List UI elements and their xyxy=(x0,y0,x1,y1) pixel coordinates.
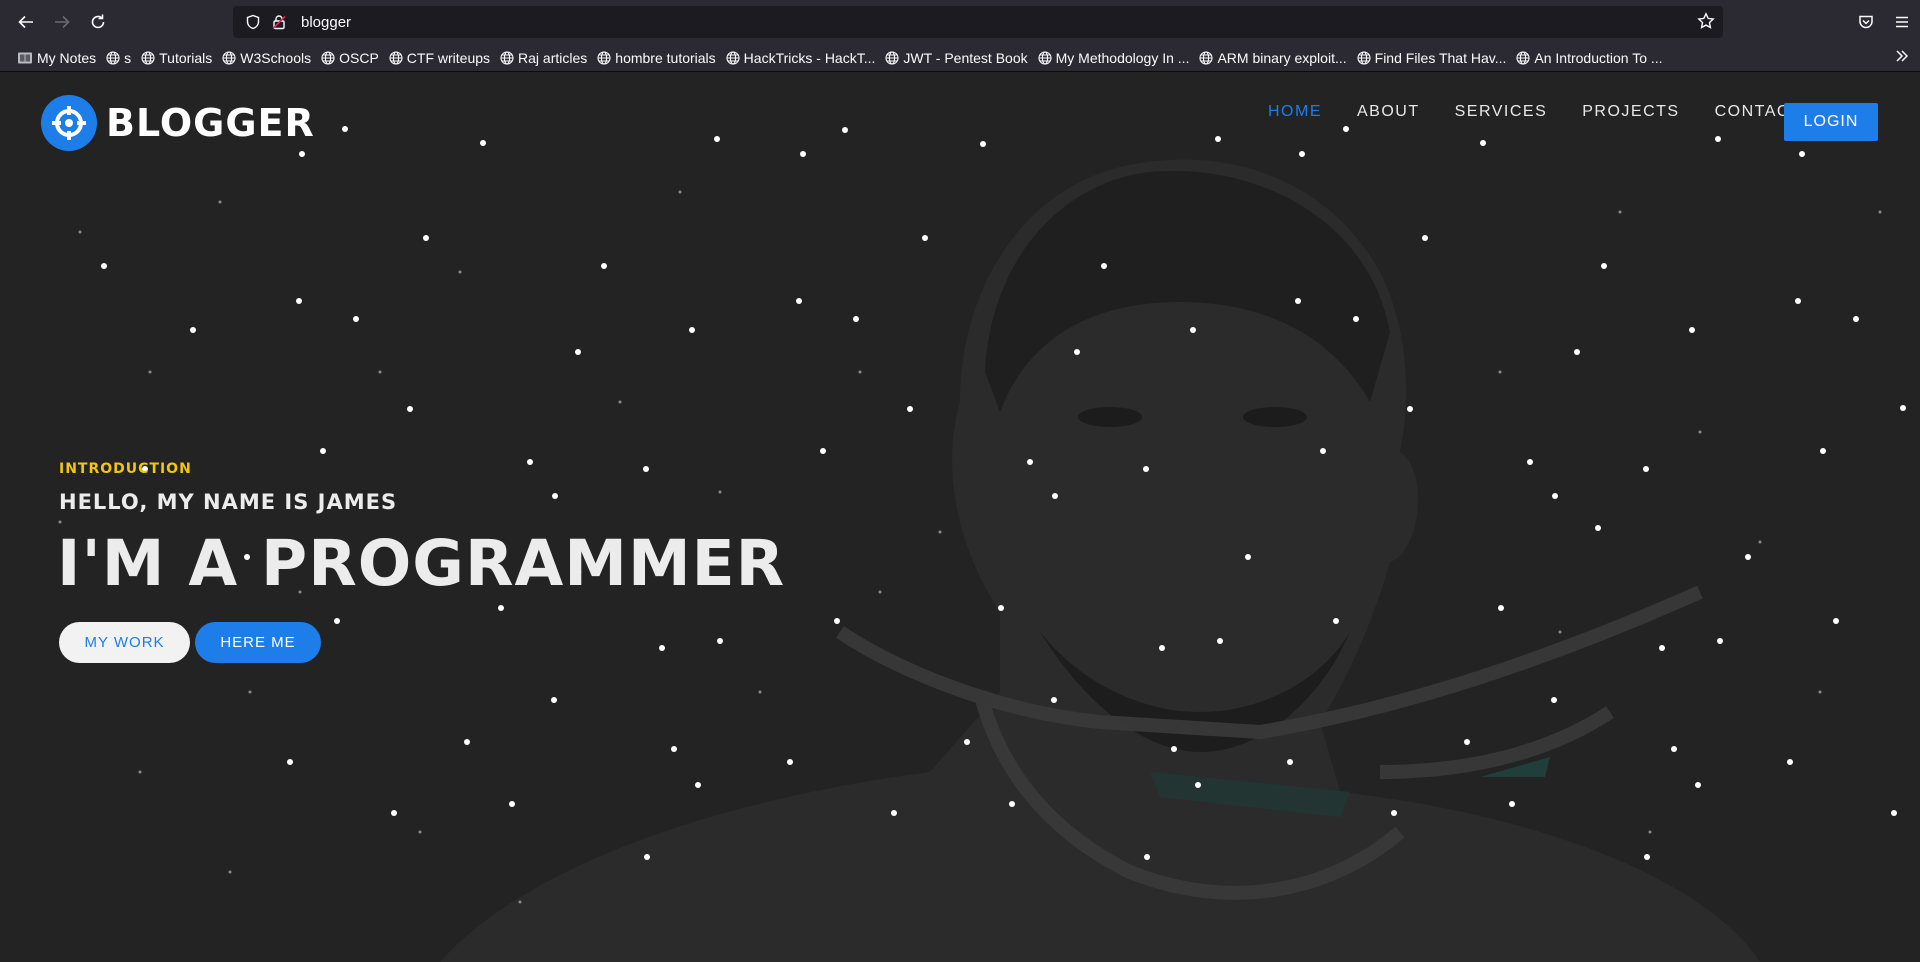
crosshair-icon xyxy=(41,95,97,151)
bookmark-item[interactable]: ARM binary exploit... xyxy=(1194,46,1351,70)
login-button[interactable]: LOGIN xyxy=(1784,103,1878,141)
bookmark-item[interactable]: HackTricks - HackT... xyxy=(721,46,881,70)
bookmark-item[interactable]: OSCP xyxy=(316,46,384,70)
bookmark-item[interactable]: Tutorials xyxy=(136,46,217,70)
here-me-button[interactable]: HERE ME xyxy=(195,622,321,663)
nav-home[interactable]: HOME xyxy=(1268,103,1322,121)
nav-projects[interactable]: PROJECTS xyxy=(1582,103,1679,121)
url-bar[interactable]: blogger xyxy=(233,6,1723,38)
app-menu-button[interactable] xyxy=(1884,4,1920,40)
globe-icon xyxy=(222,50,236,65)
hero-background xyxy=(0,72,1920,962)
bookmark-label: HackTricks - HackT... xyxy=(743,49,876,66)
back-button[interactable] xyxy=(8,4,44,40)
bookmark-label: W3Schools xyxy=(240,49,312,66)
bookmark-label: JWT - Pentest Book xyxy=(903,49,1028,66)
globe-icon xyxy=(389,50,403,65)
hero-subtitle: HELLO, MY NAME IS JAMES xyxy=(59,490,398,514)
bookmark-label: CTF writeups xyxy=(406,49,491,66)
bookmark-item[interactable]: s xyxy=(101,46,136,70)
bookmark-label: Find Files That Hav... xyxy=(1374,49,1507,66)
globe-icon xyxy=(726,50,740,65)
bookmark-item[interactable]: hombre tutorials xyxy=(592,46,720,70)
hamburger-icon xyxy=(1896,16,1908,28)
nav-about[interactable]: ABOUT xyxy=(1357,103,1420,121)
globe-icon xyxy=(597,50,611,65)
globe-icon xyxy=(141,50,155,65)
bookmark-item[interactable]: Find Files That Hav... xyxy=(1352,46,1512,70)
bookmark-label: OSCP xyxy=(339,49,379,66)
bookmarks-toolbar: My Notes s Tutorials W3Schools OSCP CTF … xyxy=(0,44,1920,72)
reload-icon xyxy=(91,14,105,29)
bookmark-label: Tutorials xyxy=(159,49,213,66)
reload-button[interactable] xyxy=(80,4,116,40)
shield-icon[interactable] xyxy=(245,14,261,30)
hero-headline: I'M A PROGRAMMER xyxy=(57,527,786,600)
globe-icon xyxy=(106,50,120,65)
globe-icon xyxy=(1516,50,1530,65)
globe-icon xyxy=(1038,50,1052,65)
bookmark-item[interactable]: JWT - Pentest Book xyxy=(880,46,1032,70)
pocket-icon xyxy=(1859,15,1873,29)
bookmark-item[interactable]: Raj articles xyxy=(495,46,592,70)
globe-icon xyxy=(321,50,335,65)
globe-icon xyxy=(1357,50,1371,65)
bookmark-item[interactable]: An Introduction To ... xyxy=(1511,46,1667,70)
nav-services[interactable]: SERVICES xyxy=(1455,103,1548,121)
bookmark-label: My Methodology In ... xyxy=(1055,49,1190,66)
site-logo[interactable]: BLOGGER xyxy=(41,95,315,151)
arrow-left-icon xyxy=(18,15,33,29)
globe-icon xyxy=(885,50,899,65)
bookmark-item[interactable]: CTF writeups xyxy=(384,46,495,70)
bookmarks-overflow-button[interactable] xyxy=(1894,48,1910,64)
my-work-button[interactable]: MY WORK xyxy=(59,622,190,663)
bookmark-label: ARM binary exploit... xyxy=(1217,49,1347,66)
url-text[interactable]: blogger xyxy=(301,14,351,31)
pocket-button[interactable] xyxy=(1848,4,1884,40)
bookmark-item[interactable]: My Notes xyxy=(12,46,101,70)
brand-name: BLOGGER xyxy=(106,101,315,145)
double-chevron-right-icon xyxy=(1896,50,1909,62)
bookmark-label: s xyxy=(124,49,132,66)
hero-intro-label: INTRODUCTION xyxy=(59,461,192,477)
notes-icon xyxy=(17,51,33,65)
bookmark-label: Raj articles xyxy=(518,49,588,66)
bookmark-label: hombre tutorials xyxy=(615,49,716,66)
arrow-right-icon xyxy=(55,15,70,29)
bookmark-item[interactable]: My Methodology In ... xyxy=(1033,46,1195,70)
insecure-lock-icon[interactable] xyxy=(271,14,287,30)
bookmark-star-icon[interactable] xyxy=(1697,12,1715,30)
page-viewport: BLOGGER HOME ABOUT SERVICES PROJECTS CON… xyxy=(0,72,1920,962)
bookmark-label: My Notes xyxy=(37,49,97,66)
forward-button[interactable] xyxy=(44,4,80,40)
globe-icon xyxy=(1199,50,1214,65)
globe-icon xyxy=(500,50,514,65)
toolbar-right-icons xyxy=(1848,4,1920,40)
main-nav: HOME ABOUT SERVICES PROJECTS CONTACT xyxy=(1268,103,1836,121)
bookmark-label: An Introduction To ... xyxy=(1534,49,1663,66)
browser-toolbar: blogger xyxy=(0,0,1920,44)
bookmark-item[interactable]: W3Schools xyxy=(217,46,316,70)
